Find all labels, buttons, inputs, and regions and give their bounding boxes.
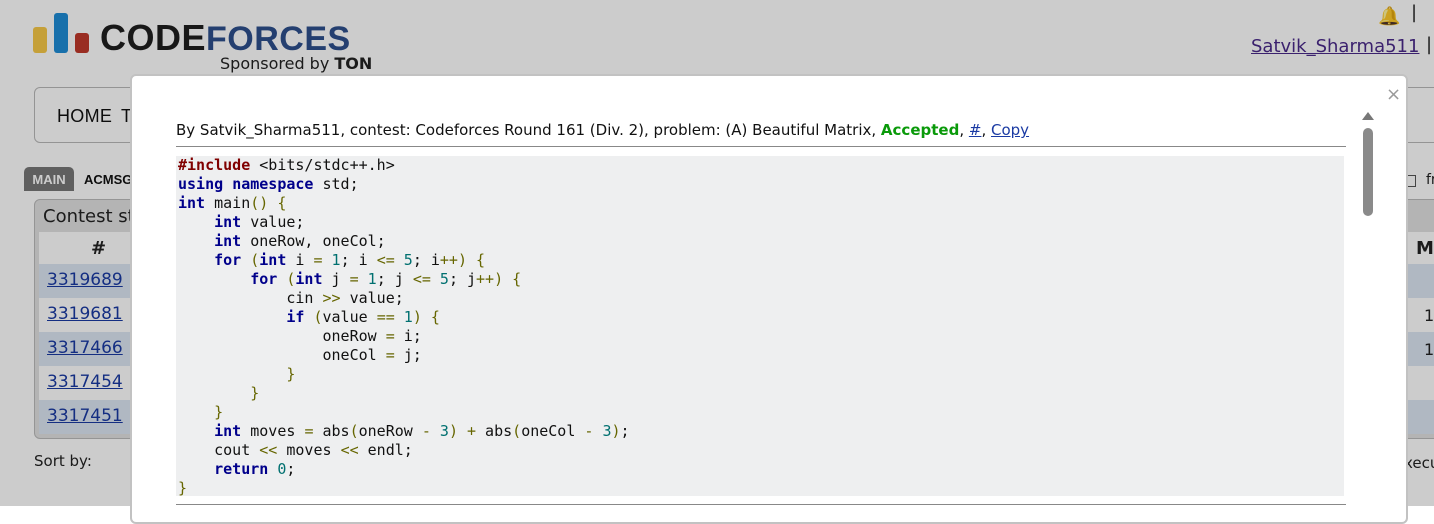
source-code-text: #include <bits/stdc++.h> using namespace… (178, 156, 630, 496)
source-code-block[interactable]: #include <bits/stdc++.h> using namespace… (176, 156, 1344, 496)
submission-hash-link[interactable]: # (969, 121, 982, 139)
submission-info: By Satvik_Sharma511, contest: Codeforces… (176, 121, 1030, 139)
scrollbar-thumb[interactable] (1363, 128, 1373, 216)
source-code-modal: × By Satvik_Sharma511, contest: Codeforc… (130, 74, 1408, 524)
close-icon[interactable]: × (1386, 86, 1401, 104)
verdict-accepted: Accepted (880, 121, 960, 139)
divider (176, 146, 1346, 147)
scroll-up-arrow-icon[interactable] (1362, 112, 1374, 120)
divider (176, 504, 1346, 505)
copy-link[interactable]: Copy (991, 121, 1029, 139)
